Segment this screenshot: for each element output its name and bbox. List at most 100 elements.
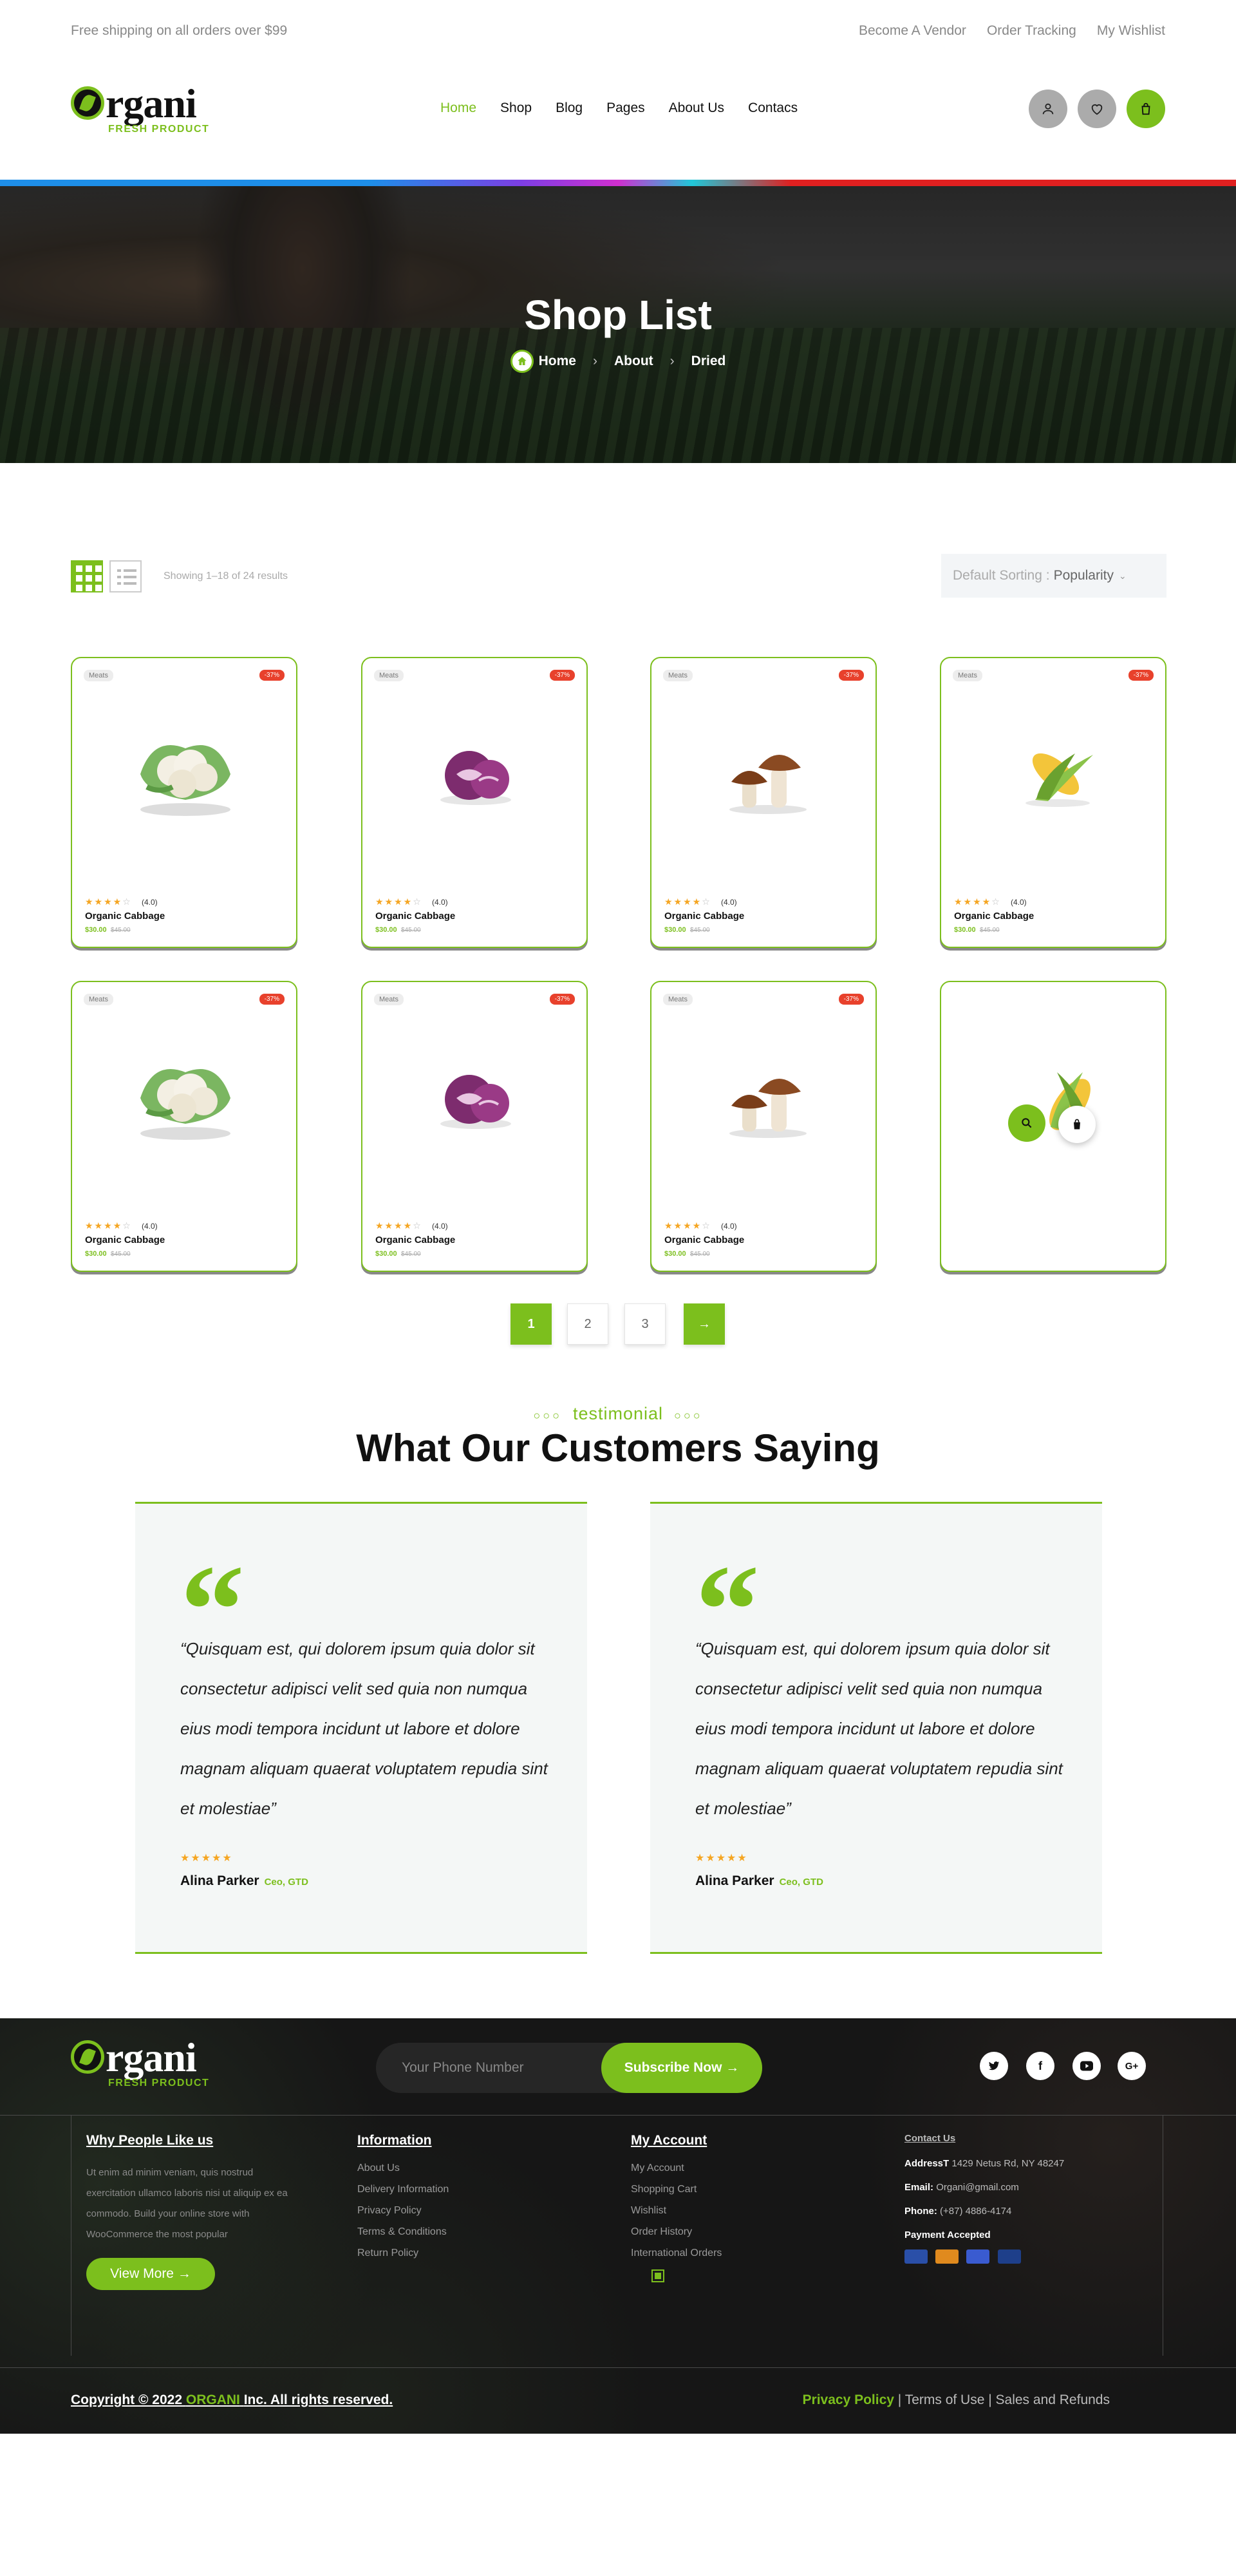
product-price: $30.00 — [85, 1250, 107, 1258]
view-more-button[interactable]: View More → — [86, 2258, 215, 2290]
accent-stripe — [0, 180, 1236, 186]
footer-link-order-history[interactable]: Order History — [631, 2226, 722, 2238]
facebook-icon[interactable]: f — [1026, 2052, 1054, 2080]
rating-stars: ★★★★☆ — [375, 896, 422, 907]
product-card[interactable]: Meats -37% ★★★★☆ (4.0) Organic Cabbage $30.00… — [650, 981, 877, 1272]
page-1-button[interactable]: 1 — [510, 1303, 552, 1345]
twitter-icon[interactable] — [980, 2052, 1008, 2080]
footer-link-terms[interactable]: Terms & Conditions — [357, 2226, 449, 2238]
product-card[interactable]: Meats -37% ★★★★☆ (4.0) Organic Cabbage $30.00… — [361, 657, 588, 948]
cart-button[interactable] — [1127, 90, 1165, 128]
page-2-button[interactable]: 2 — [567, 1303, 608, 1345]
chevron-right-icon: › — [593, 354, 597, 368]
product-price: $30.00 — [664, 926, 686, 934]
subscribe-button[interactable]: Subscribe Now → — [601, 2043, 762, 2093]
footer-link-about-us[interactable]: About Us — [357, 2163, 449, 2174]
grid-view-button[interactable] — [71, 560, 103, 592]
leaf-icon — [71, 2040, 104, 2074]
terms-of-use-link[interactable]: Terms of Use — [905, 2392, 985, 2407]
sales-refunds-link[interactable]: Sales and Refunds — [996, 2392, 1110, 2407]
logo-word: rgani — [106, 80, 197, 126]
sort-select[interactable]: Default Sorting : Popularity ⌄ — [941, 554, 1166, 598]
top-bar: Free shipping on all orders over $99 Bec… — [0, 0, 1236, 61]
category-badge: Meats — [663, 670, 693, 681]
google-plus-icon[interactable]: G+ — [1118, 2052, 1146, 2080]
sort-label: Default Sorting : — [953, 568, 1050, 583]
footer-link-international[interactable]: International Orders — [631, 2248, 722, 2259]
quote-icon: “ — [180, 1559, 245, 1617]
product-card[interactable]: Meats -37% ★★★★☆ (4.0) Organic Cabbage $30.00… — [71, 981, 297, 1272]
dots-decoration: ○○○ — [674, 1409, 703, 1422]
rating-stars: ★★★★☆ — [664, 1220, 711, 1231]
rating-value: (4.0) — [432, 1222, 448, 1231]
footer-link-my-account[interactable]: My Account — [631, 2163, 722, 2174]
logo-word: rgani — [106, 2034, 197, 2080]
phone-input[interactable] — [402, 2043, 608, 2093]
product-old-price: $45.00 — [401, 927, 421, 934]
scroll-top-icon[interactable] — [651, 2269, 664, 2282]
visa-icon — [904, 2249, 928, 2264]
mastercard-icon — [935, 2249, 959, 2264]
product-price: $30.00 — [954, 926, 976, 934]
product-name[interactable]: Organic Cabbage — [664, 911, 744, 922]
nav-home[interactable]: Home — [440, 100, 476, 116]
product-card-hover[interactable] — [940, 981, 1166, 1272]
footer-link-cart[interactable]: Shopping Cart — [631, 2184, 722, 2195]
page-3-button[interactable]: 3 — [624, 1303, 666, 1345]
product-name[interactable]: Organic Cabbage — [375, 1235, 455, 1245]
footer-link-wishlist[interactable]: Wishlist — [631, 2205, 722, 2217]
product-card[interactable]: Meats -37% ★★★★☆ (4.0) Organic Cabbage $30.00… — [361, 981, 588, 1272]
product-card[interactable]: Meats -37% ★★★★☆ (4.0) Organic Cabbage $30.00… — [650, 657, 877, 948]
product-card[interactable]: Meats -37% ★★★★☆ (4.0) Organic Cabbage $30.00… — [71, 657, 297, 948]
youtube-icon[interactable] — [1072, 2052, 1101, 2080]
bag-icon — [1141, 102, 1150, 115]
rating-stars: ★★★★☆ — [375, 1220, 422, 1231]
order-tracking-link[interactable]: Order Tracking — [987, 23, 1076, 39]
product-name[interactable]: Organic Cabbage — [954, 911, 1034, 922]
add-to-cart-button[interactable] — [1058, 1106, 1096, 1143]
footer-link-privacy[interactable]: Privacy Policy — [357, 2205, 449, 2217]
footer-col-information: Information About Us Delivery Informatio… — [357, 2133, 449, 2269]
footer-logo[interactable]: rgani FRESH PRODUCT — [71, 2034, 232, 2093]
newsletter-form: Subscribe Now → — [376, 2043, 762, 2093]
footer-heading: Why People Like us — [86, 2133, 214, 2148]
become-vendor-link[interactable]: Become A Vendor — [859, 23, 966, 39]
nav-shop[interactable]: Shop — [500, 100, 532, 116]
footer-link-return[interactable]: Return Policy — [357, 2248, 449, 2259]
account-button[interactable] — [1029, 90, 1067, 128]
nav-contacts[interactable]: Contacs — [748, 100, 798, 116]
breadcrumb-home[interactable]: Home — [510, 350, 576, 373]
nav-about-us[interactable]: About Us — [669, 100, 724, 116]
home-icon — [510, 350, 534, 373]
discount-badge: -37% — [259, 670, 285, 681]
testimonial-eyebrow: ○○○ testimonial ○○○ — [533, 1404, 703, 1423]
logo[interactable]: rgani FRESH PRODUCT — [71, 80, 232, 139]
search-icon — [1022, 1118, 1032, 1128]
rating-value: (4.0) — [142, 1222, 158, 1231]
arrow-right-icon: → — [698, 1316, 711, 1331]
product-name[interactable]: Organic Cabbage — [85, 1235, 165, 1245]
quick-view-button[interactable] — [1008, 1104, 1045, 1142]
footer-link-delivery[interactable]: Delivery Information — [357, 2184, 449, 2195]
top-links: Become A Vendor Order Tracking My Wishli… — [859, 23, 1165, 39]
wishlist-button[interactable] — [1078, 90, 1116, 128]
next-page-button[interactable]: → — [684, 1303, 725, 1345]
rating-value: (4.0) — [432, 898, 448, 907]
nav-pages[interactable]: Pages — [606, 100, 645, 116]
product-name[interactable]: Organic Cabbage — [664, 1235, 744, 1245]
nav-blog[interactable]: Blog — [556, 100, 583, 116]
product-name[interactable]: Organic Cabbage — [85, 911, 165, 922]
breadcrumb-about[interactable]: About — [614, 354, 653, 369]
product-card[interactable]: Meats -37% ★★★★☆ (4.0) Organic Cabbage $30.00… — [940, 657, 1166, 948]
privacy-policy-link[interactable]: Privacy Policy — [803, 2392, 894, 2407]
main-nav: Home Shop Blog Pages About Us Contacs — [440, 100, 821, 116]
logo-tagline: FRESH PRODUCT — [108, 124, 210, 135]
rating-value: (4.0) — [142, 898, 158, 907]
leaf-icon — [71, 86, 104, 120]
footer-legal-links: Privacy Policy | Terms of Use | Sales an… — [802, 2392, 1110, 2407]
discount-badge: -37% — [549, 670, 575, 681]
product-name[interactable]: Organic Cabbage — [375, 911, 455, 922]
list-view-button[interactable] — [109, 560, 142, 592]
footer-col-about: Why People Like us Ut enim ad minim veni… — [86, 2133, 292, 2290]
my-wishlist-link[interactable]: My Wishlist — [1097, 23, 1165, 39]
